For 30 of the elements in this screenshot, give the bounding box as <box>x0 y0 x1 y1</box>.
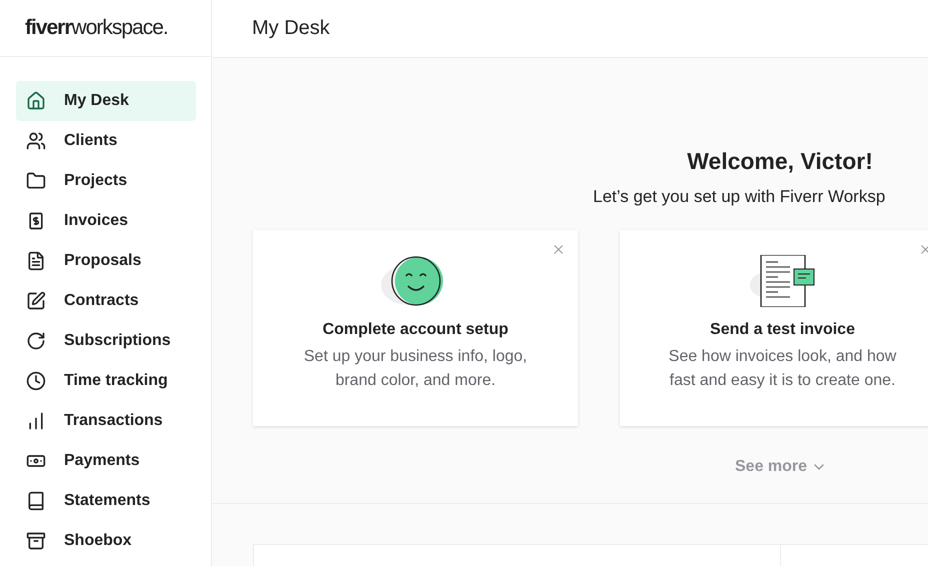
sidebar-item[interactable]: Time tracking <box>16 361 196 401</box>
sidebar-item[interactable]: Statements <box>16 481 196 521</box>
house-icon <box>26 91 46 111</box>
sidebar-item[interactable]: Contracts <box>16 281 196 321</box>
users-icon <box>26 131 46 151</box>
edit-icon <box>26 291 46 311</box>
clock-icon <box>26 371 46 391</box>
sidebar-item[interactable]: My Desk <box>16 81 196 121</box>
sidebar-item[interactable]: Shoebox <box>16 521 196 561</box>
welcome-subtitle: Let’s get you set up with Fiverr Worksp <box>593 187 886 207</box>
book-icon <box>26 491 46 511</box>
sidebar-item[interactable]: Proposals <box>16 241 196 281</box>
sidebar-item[interactable]: Projects <box>16 161 196 201</box>
card-title: Send a test invoice <box>710 321 855 339</box>
document-icon <box>26 251 46 271</box>
card-text: Set up your business info, logo, brand color, and more. <box>302 347 528 391</box>
page-title: My Desk <box>252 17 330 40</box>
sidebar-item[interactable]: Subscriptions <box>16 321 196 361</box>
card-text: See how invoices look, and how fast and easy it is to create one. <box>668 347 898 391</box>
card-title: Complete account setup <box>322 321 508 339</box>
archive-icon <box>26 531 46 551</box>
refresh-icon <box>26 331 46 351</box>
close-button[interactable] <box>551 242 566 257</box>
sidebar-item[interactable]: Clients <box>16 121 196 161</box>
welcome-title: Welcome, Victor! <box>686 148 874 175</box>
sidebar-item[interactable]: Payments <box>16 441 196 481</box>
sidebar-item[interactable]: Invoices <box>16 201 196 241</box>
folder-icon <box>26 171 46 191</box>
sidebar-item[interactable]: Transactions <box>16 401 196 441</box>
logo: fiverrworkspace. <box>25 16 168 40</box>
